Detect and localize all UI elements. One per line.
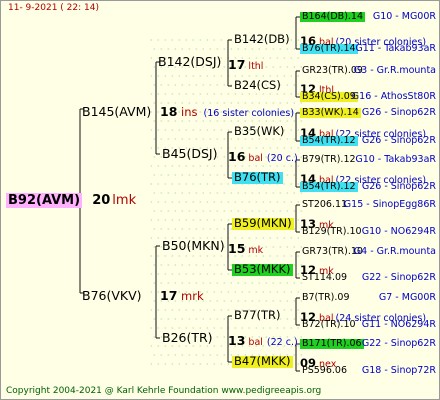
ancestor-ref: G26 - Sinop62R [361, 181, 436, 192]
ancestor-id[interactable]: B7(TR).09 [300, 293, 352, 303]
ancestor-ref: G10 - Takab93aR [355, 154, 436, 165]
root-count: 20 [92, 193, 111, 208]
ancestor-ref: G10 - NO6294R [361, 226, 436, 237]
grandparent-stats: 16 bal (20 c.) [228, 148, 298, 164]
copyright-footer: Copyright 2004-2021 @ Karl Kehrle Founda… [6, 386, 322, 396]
ancestor-id[interactable]: ST206.11 [300, 200, 349, 210]
ancestor-id[interactable]: B72(TR).10 [300, 320, 358, 330]
ancestor-id[interactable]: B79(TR).12 [300, 155, 358, 165]
colony-count: 16 [228, 149, 246, 164]
ancestor-id[interactable]: B54(TR).12 [300, 136, 358, 146]
great-grandparent-id[interactable]: B77(TR) [232, 309, 283, 322]
ancestor-ref: G11 - Takab93aR [355, 43, 436, 54]
parent-colony[interactable]: B145(AVM) [82, 103, 151, 119]
grandparent-id[interactable]: B26(TR) [162, 331, 213, 345]
colony-name: mrk [177, 289, 204, 303]
parent-stats: 18 ins (16 sister colonies) [160, 103, 294, 119]
great-grandparent-id[interactable]: B53(MKK) [232, 263, 293, 276]
great-grandparent-id[interactable]: B47(MKK) [232, 355, 293, 368]
colony-count: 17 [228, 57, 246, 72]
root-name: lmk [112, 193, 137, 208]
ancestor-ref: G22 - Sinop62R [361, 272, 436, 283]
ancestor-ref: G18 - Sinop72R [361, 365, 436, 376]
grandparent-id[interactable]: B142(DSJ) [158, 55, 221, 69]
great-grandparent-id[interactable]: B59(MKN) [232, 217, 294, 230]
ancestor-ref: G26 - Sinop62R [361, 107, 436, 118]
colony-count: 18 [160, 104, 178, 119]
grandparent-stats: 13 bal (22 c.) [228, 332, 298, 348]
ancestor-ref: G16 - AthosSt80R [351, 91, 436, 102]
ancestor-ref: G4 - Gr.R.mounta [353, 246, 436, 257]
ancestor-ref: G11 - NO6294R [361, 319, 436, 330]
colony-id: B145(AVM) [82, 104, 152, 119]
parent-colony[interactable]: B76(VKV) [82, 287, 142, 303]
colony-name: bal [245, 337, 263, 348]
colony-name: lthl [245, 61, 264, 72]
grandparent-id[interactable]: B50(MKN) [162, 239, 225, 253]
colony-count: 13 [228, 333, 246, 348]
sister-colonies-note: (22 c.) [266, 337, 298, 348]
great-grandparent-id[interactable]: B142(DB) [232, 33, 292, 46]
sister-colonies-note: (16 sister colonies) [203, 108, 295, 119]
ancestor-id[interactable]: B34(CS).09 [300, 92, 358, 102]
ancestor-id[interactable]: B164(DB).14 [300, 12, 366, 22]
ancestor-id[interactable]: PS596.06 [300, 366, 349, 376]
colony-name: mk [245, 245, 264, 256]
ancestor-id[interactable]: ST114.09 [300, 273, 349, 283]
ancestor-id[interactable]: B76(TR).14 [300, 44, 358, 54]
timestamp: 11- 9-2021 ( 22: 14) [8, 3, 99, 13]
parent-stats: 17 mrk [160, 287, 204, 303]
great-grandparent-id[interactable]: B76(TR) [232, 171, 283, 184]
colony-name: bal [245, 153, 263, 164]
ancestor-ref: G15 - SinopEgg86R [343, 199, 436, 210]
ancestor-ref: G3 - Gr.R.mounta [353, 65, 436, 76]
colony-id: B76(VKV) [82, 288, 142, 303]
great-grandparent-id[interactable]: B24(CS) [232, 79, 283, 92]
great-grandparent-id[interactable]: B35(WK) [232, 125, 286, 138]
ancestor-id[interactable]: B54(TR).12 [300, 182, 358, 192]
ancestor-ref: G7 - MG00R [378, 292, 436, 303]
ancestor-ref: G10 - MG00R [372, 11, 436, 22]
sister-colonies-note: (20 c.) [266, 153, 298, 164]
grandparent-stats: 17 lthl [228, 56, 263, 72]
colony-count: 17 [160, 288, 178, 303]
ancestor-ref: G26 - Sinop62R [361, 135, 436, 146]
grandparent-id[interactable]: B45(DSJ) [162, 147, 217, 161]
ancestor-ref: G22 - Sinop62R [361, 338, 436, 349]
grandparent-stats: 15 mk [228, 240, 263, 256]
root-colony[interactable]: B92(AVM) 20 lmk [6, 191, 137, 208]
ancestor-id[interactable]: B129(TR).10 [300, 227, 364, 237]
root-id: B92(AVM) [6, 193, 83, 208]
colony-name: ins [177, 105, 198, 119]
ancestor-id[interactable]: B33(WK).14 [300, 108, 361, 118]
ancestor-id[interactable]: B171(TR).06 [300, 339, 364, 349]
colony-count: 15 [228, 241, 246, 256]
